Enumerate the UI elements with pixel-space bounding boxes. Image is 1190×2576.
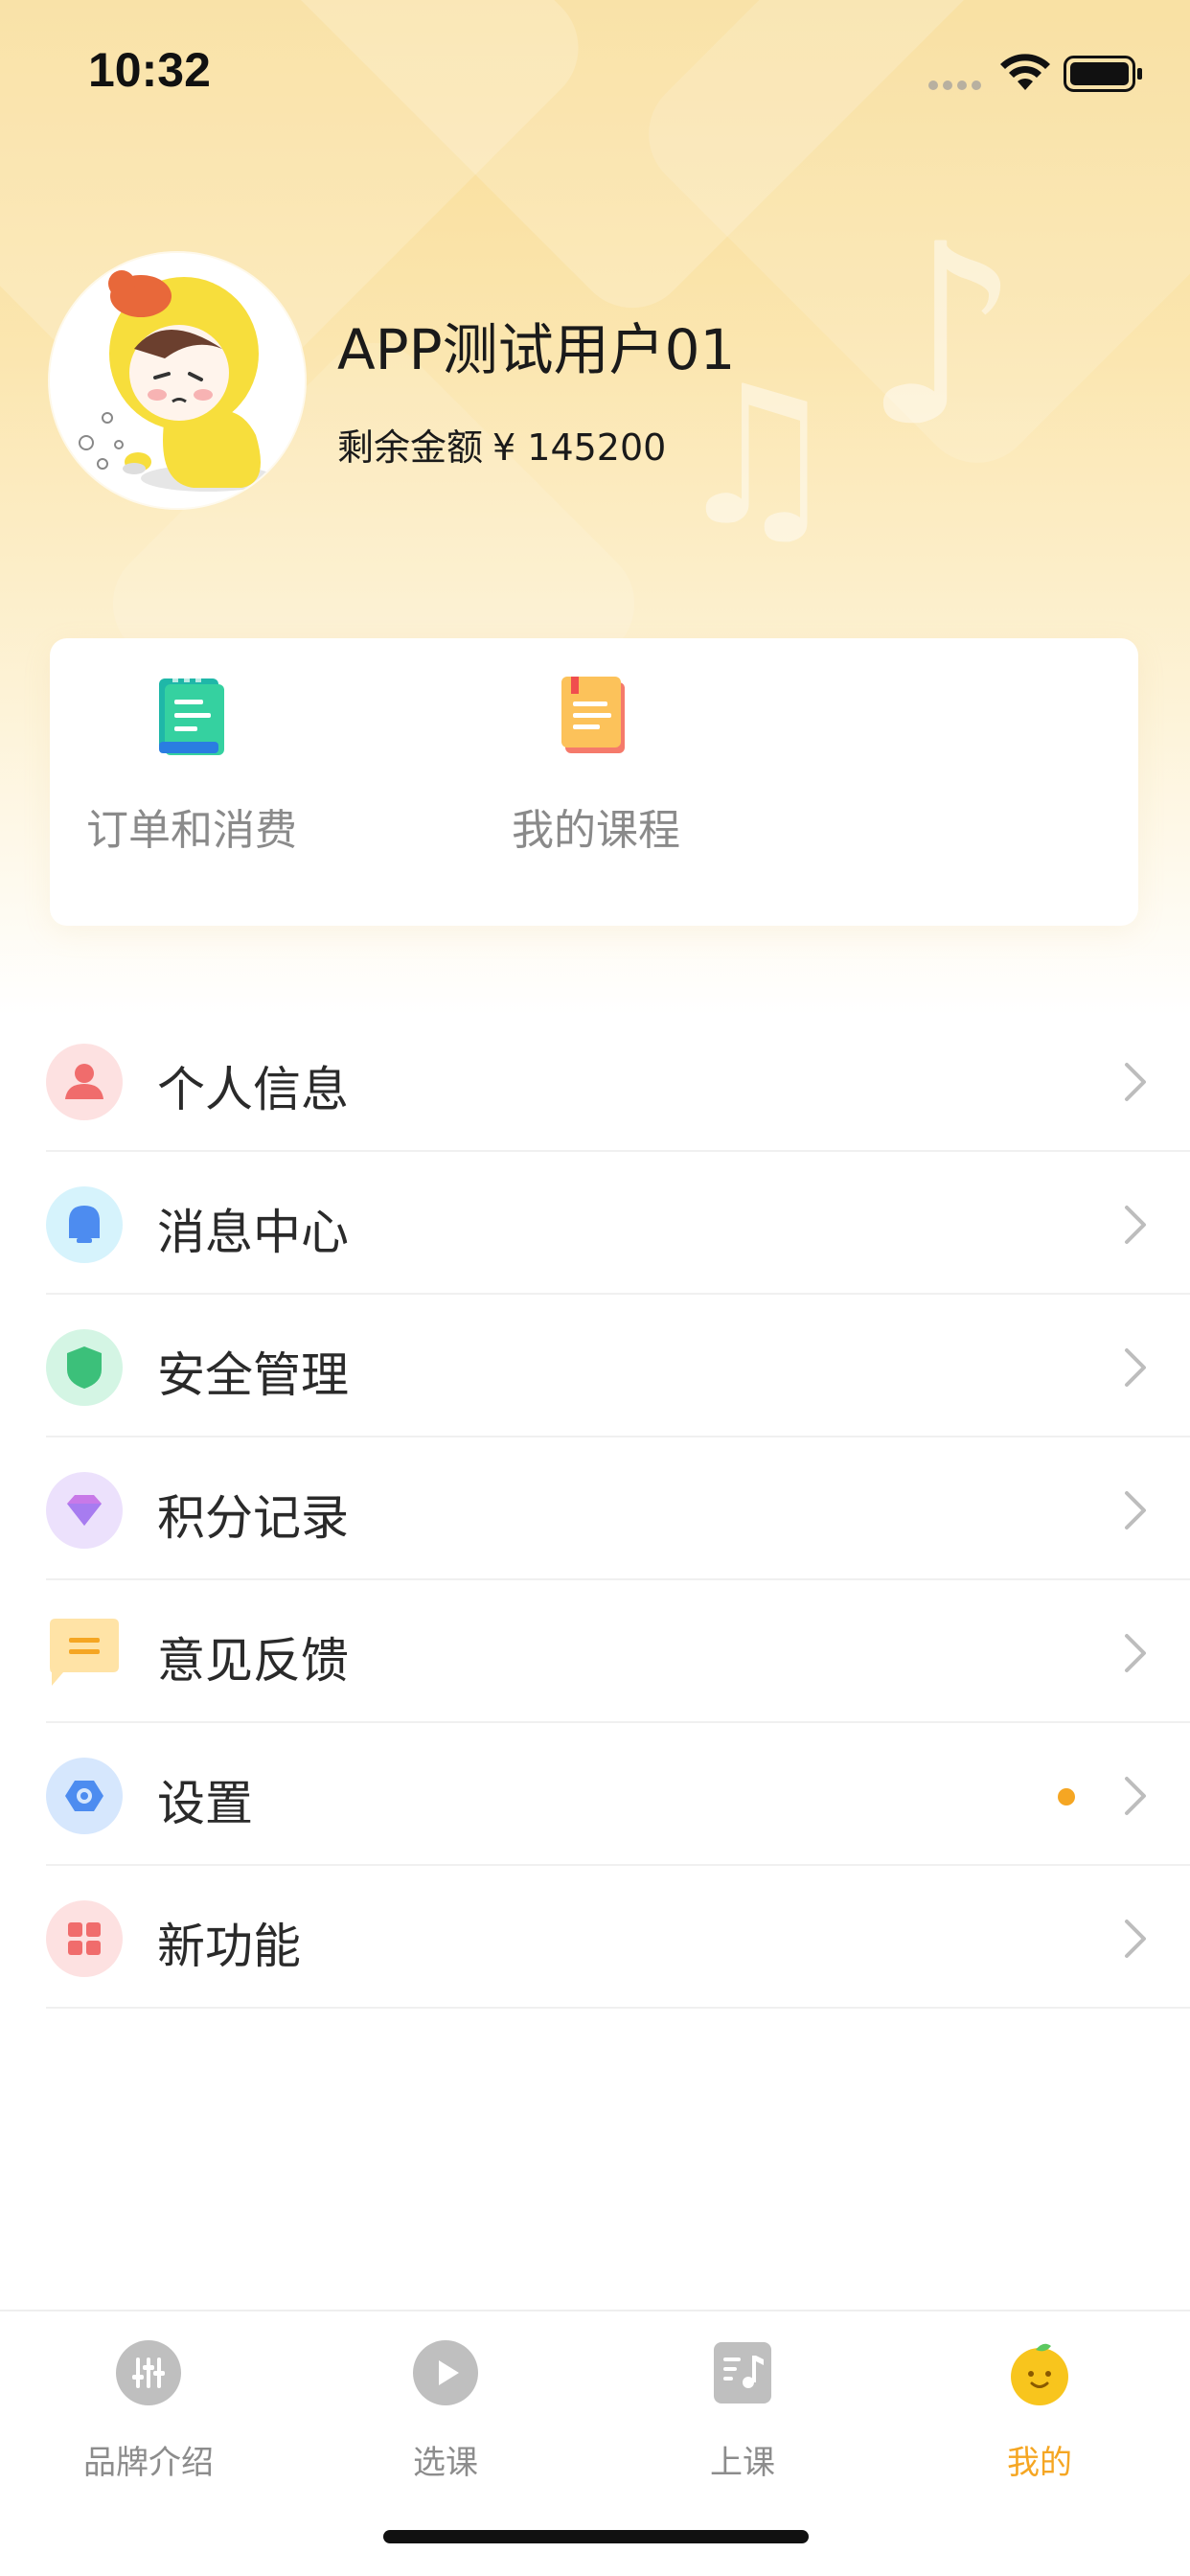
music-note-icon	[714, 2342, 771, 2404]
menu-item-security[interactable]: 安全管理	[46, 1295, 1190, 1438]
status-bar: 10:32	[0, 0, 1190, 144]
tab-label: 品牌介绍	[83, 2444, 214, 2482]
music-note-decoration: ♪	[862, 192, 1021, 481]
chevron-right-icon	[1125, 1491, 1146, 1530]
tab-label: 上课	[710, 2444, 775, 2482]
menu-item-settings[interactable]: 设置	[46, 1723, 1190, 1866]
balance-row: 剩余金额 ¥ 145200	[337, 418, 675, 471]
menu-item-new-features[interactable]: 新功能	[46, 1866, 1190, 2009]
menu-item-feedback[interactable]: 意见反馈	[46, 1580, 1190, 1723]
chat-bubble-icon	[50, 1619, 119, 1686]
tab-mine[interactable]: 我的	[891, 2312, 1188, 2503]
chevron-right-icon	[1125, 1634, 1146, 1672]
order-list-icon	[159, 677, 224, 755]
sliders-icon	[116, 2340, 181, 2405]
grid-icon	[46, 1900, 123, 1977]
smiley-fruit-icon	[1011, 2343, 1068, 2405]
gear-icon	[46, 1758, 123, 1834]
notification-dot	[1058, 1788, 1075, 1806]
tab-label: 我的	[1007, 2444, 1072, 2482]
balance-value: ¥ 145200	[492, 426, 667, 469]
play-icon	[413, 2340, 478, 2405]
menu-item-label: 新功能	[157, 1919, 301, 1974]
tab-brand-intro[interactable]: 品牌介绍	[0, 2312, 297, 2503]
balance-label: 剩余金额	[337, 426, 484, 469]
diamond-icon	[46, 1472, 123, 1549]
menu-item-label: 个人信息	[157, 1062, 349, 1117]
tab-select-course[interactable]: 选课	[297, 2312, 594, 2503]
status-time: 10:32	[88, 43, 211, 97]
quick-action-orders[interactable]: 订单和消费	[48, 638, 335, 926]
menu-list: 个人信息 消息中心 安全管理 积分记录 意见反馈 设置 新功能	[0, 1009, 1190, 2009]
chevron-right-icon	[1125, 1063, 1146, 1101]
menu-item-label: 设置	[157, 1776, 253, 1831]
avatar[interactable]	[50, 253, 305, 508]
menu-item-label: 消息中心	[157, 1205, 349, 1260]
user-name: APP测试用户01	[337, 317, 736, 382]
chevron-right-icon	[1125, 1920, 1146, 1958]
bell-icon	[46, 1186, 123, 1263]
quick-actions-card: 订单和消费 我的课程	[50, 638, 1138, 926]
quick-action-courses[interactable]: 我的课程	[452, 638, 740, 926]
menu-item-label: 安全管理	[157, 1347, 349, 1403]
quick-action-courses-label: 我的课程	[512, 806, 680, 855]
person-icon	[46, 1044, 123, 1120]
shield-icon	[46, 1329, 123, 1406]
chevron-right-icon	[1125, 1206, 1146, 1244]
chevron-right-icon	[1125, 1777, 1146, 1815]
signal-icon	[928, 80, 981, 90]
quick-action-orders-label: 订单和消费	[86, 806, 297, 855]
menu-item-label: 意见反馈	[157, 1633, 349, 1689]
home-indicator	[383, 2530, 809, 2543]
chevron-right-icon	[1125, 1348, 1146, 1387]
battery-icon	[1064, 56, 1142, 92]
tab-label: 选课	[413, 2444, 478, 2482]
course-book-icon	[561, 677, 625, 753]
avatar-illustration	[50, 253, 305, 508]
menu-item-label: 积分记录	[157, 1490, 349, 1546]
menu-item-personal-info[interactable]: 个人信息	[46, 1009, 1190, 1152]
menu-item-points-record[interactable]: 积分记录	[46, 1438, 1190, 1580]
tab-attend-class[interactable]: 上课	[594, 2312, 891, 2503]
wifi-icon	[1000, 54, 1050, 90]
menu-item-message-center[interactable]: 消息中心	[46, 1152, 1190, 1295]
